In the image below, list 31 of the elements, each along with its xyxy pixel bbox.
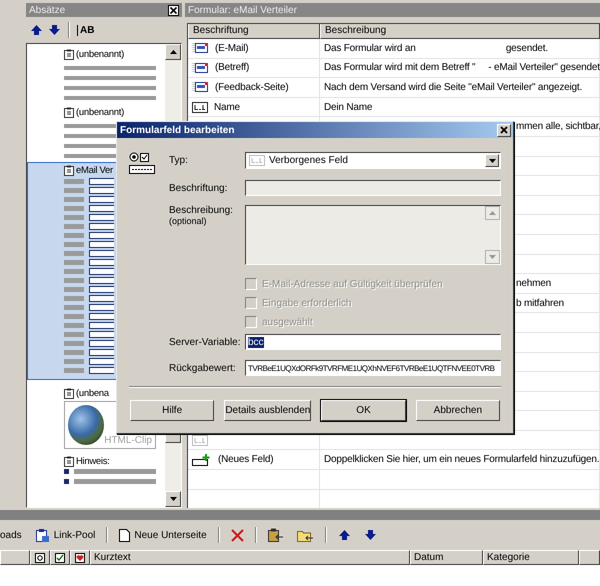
dialog-title: Formularfeld bearbeiten (120, 124, 234, 136)
field-label: Name (214, 102, 240, 113)
paragraph-label: eMail Ver (76, 165, 113, 176)
paragraph-label: Hinweis: (76, 456, 110, 467)
field-description: b mitfahren (516, 298, 564, 309)
field-label: (Feedback-Seite) (215, 82, 288, 93)
field-label: (Neues Feld) (218, 454, 274, 466)
paragraph-label: (unbenannt) (76, 49, 124, 60)
caption-label: Beschriftung: (169, 182, 228, 194)
description-label: Beschreibung: (169, 205, 234, 216)
field-description: nehmen (516, 278, 551, 289)
type-label: Typ: (169, 155, 189, 166)
field-description: Das Formular wird mit dem Betreff " - eMail Verteiler" gesendet (324, 62, 600, 74)
field-description: Nach dem Versand wird die Seite "eMail Verteiler" angezeigt. (324, 82, 582, 93)
checkbox-label: E-Mail-Adresse auf Gültigkeit überprüfen (262, 278, 443, 290)
field-description: Das Formular wird an gesendet. (324, 42, 548, 54)
panel-title: Absätze (29, 4, 66, 16)
field-description: Dein Name (324, 102, 372, 113)
server-variable-label: Server-Variable: (169, 336, 242, 348)
paragraph-label: (unbenannt) (76, 107, 124, 118)
paragraph-label: (unbena (76, 388, 109, 399)
field-label: (Betreff) (215, 62, 250, 74)
return-value-label: Rückgabewert: (169, 362, 237, 374)
panel-title: Formular: eMail Verteiler (188, 4, 297, 16)
clip-caption: HTML-Clip (104, 435, 152, 446)
field-label: (E-Mail) (215, 42, 248, 54)
field-description: mmen alle, sichtbar, (516, 121, 600, 132)
checkbox-label: Eingabe erforderlich (262, 298, 352, 308)
optional-hint: (optional) (169, 216, 208, 226)
checkbox-label: ausgewählt (262, 316, 313, 328)
field-description: Doppelklicken Sie hier, um ein neues Formularfeld hinzuzufügen. (324, 454, 600, 466)
